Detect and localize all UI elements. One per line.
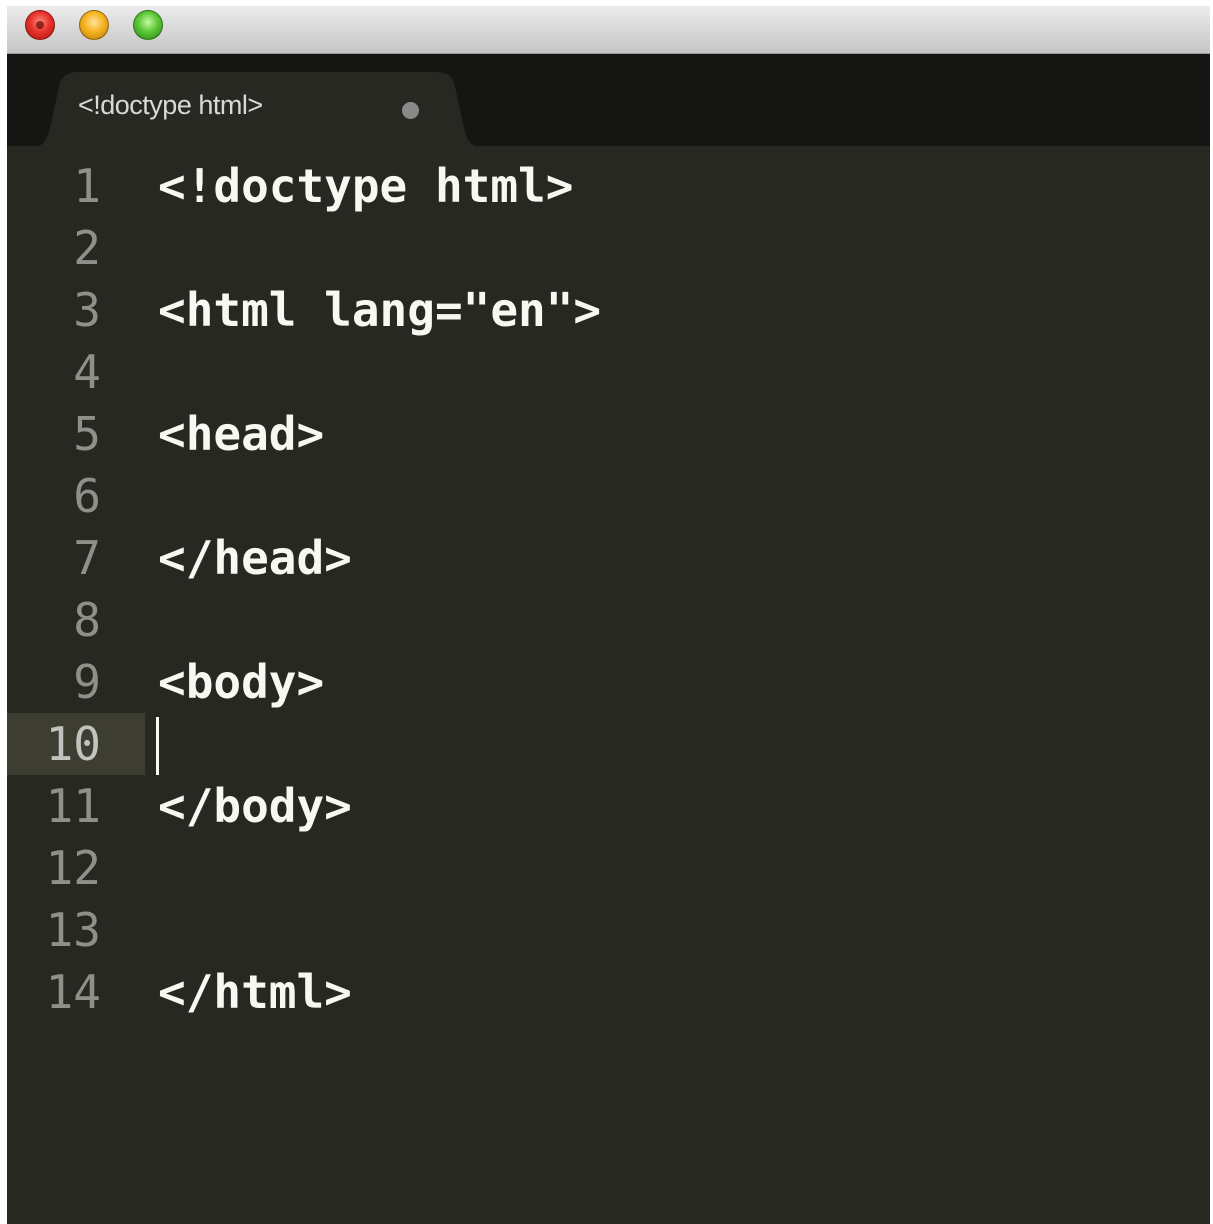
line-number: 8 [73,593,101,647]
title-bar[interactable] [7,6,1210,54]
file-tab[interactable]: <!doctype html> [27,72,487,148]
code-text[interactable]: <html lang="en"> [158,279,601,341]
close-icon [36,21,44,29]
code-line[interactable]: 11 </body> [7,775,1210,837]
minimize-window-button[interactable] [79,10,109,40]
code-text[interactable]: <head> [158,403,324,465]
line-number: 9 [73,655,101,709]
line-number: 14 [45,965,101,1019]
line-number: 3 [73,283,101,337]
line-number: 7 [73,531,101,585]
code-line[interactable]: 9 <body> [7,651,1210,713]
line-number: 1 [73,159,101,213]
code-text[interactable]: <!doctype html> [158,155,573,217]
code-text[interactable]: <body> [158,651,324,713]
close-window-button[interactable] [25,10,55,40]
zoom-window-button[interactable] [133,10,163,40]
code-line[interactable]: 10 [7,713,1210,775]
text-cursor [156,717,159,775]
code-line[interactable]: 12 [7,837,1210,899]
code-text[interactable]: </html> [158,961,352,1023]
code-text[interactable]: </body> [158,775,352,837]
unsaved-dot-icon[interactable] [402,102,419,119]
tab-bar: <!doctype html> [7,54,1210,148]
editor-window: <!doctype html> 1 <!doctype html> 2 3 <html … [7,6,1210,1224]
code-line[interactable]: 3 <html lang="en"> [7,279,1210,341]
line-number: 13 [45,903,101,957]
code-line[interactable]: 13 [7,899,1210,961]
code-line[interactable]: 14 </html> [7,961,1210,1023]
code-text[interactable]: </head> [158,527,352,589]
code-line[interactable]: 2 [7,217,1210,279]
line-number: 6 [73,469,101,523]
line-number: 4 [73,345,101,399]
code-line[interactable]: 8 [7,589,1210,651]
code-line[interactable]: 5 <head> [7,403,1210,465]
line-number: 2 [73,221,101,275]
line-number: 5 [73,407,101,461]
code-line[interactable]: 4 [7,341,1210,403]
code-line[interactable]: 7 </head> [7,527,1210,589]
line-number: 12 [45,841,101,895]
line-number: 11 [45,779,101,833]
code-line[interactable]: 1 <!doctype html> [7,155,1210,217]
code-editor[interactable]: 1 <!doctype html> 2 3 <html lang="en"> 4 5 <hea… [7,147,1210,1224]
tab-title: <!doctype html> [78,90,263,120]
line-number: 10 [45,717,101,771]
code-line[interactable]: 6 [7,465,1210,527]
